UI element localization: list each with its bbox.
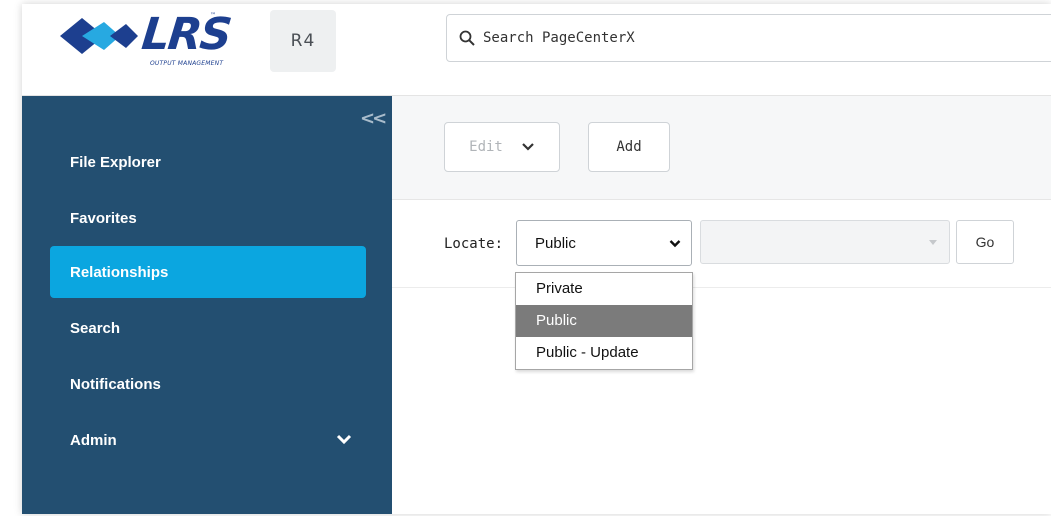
logo-subtitle: OUTPUT MANAGEMENT	[150, 60, 224, 67]
option-public-update[interactable]: Public - Update	[516, 337, 692, 369]
toolbar: Edit Add	[392, 96, 1051, 200]
locate-type-select[interactable]: Public	[516, 220, 692, 266]
search-input[interactable]	[483, 30, 1023, 46]
sidebar-item-favorites[interactable]: Favorites	[50, 192, 366, 244]
chevron-down-icon	[522, 143, 534, 151]
sidebar-item-relationships[interactable]: Relationships	[50, 246, 366, 298]
locate-options-list: Private Public Public - Update	[515, 272, 693, 370]
logo-wordmark: LRS	[139, 9, 233, 60]
caret-down-icon	[929, 240, 937, 245]
search-icon	[459, 30, 475, 46]
lrs-logo[interactable]: LRS ™ OUTPUT MANAGEMENT	[60, 9, 233, 68]
chevron-down-icon	[336, 434, 352, 445]
sidebar-item-notifications[interactable]: Notifications	[50, 358, 366, 410]
logo-trademark: ™	[210, 12, 216, 19]
sidebar-item-label: Favorites	[70, 209, 137, 227]
edit-dropdown-button[interactable]: Edit	[444, 122, 560, 172]
top-header: LRS ™ OUTPUT MANAGEMENT R4	[22, 4, 1051, 96]
locate-selected-value: Public	[535, 234, 576, 252]
collapse-sidebar-icon[interactable]: <<	[360, 108, 387, 129]
locate-label: Locate:	[444, 236, 504, 252]
version-badge[interactable]: R4	[270, 10, 336, 72]
add-button[interactable]: Add	[588, 122, 670, 172]
app-window: LRS ™ OUTPUT MANAGEMENT R4 << File Explo…	[22, 4, 1051, 514]
chevron-down-icon	[669, 240, 681, 248]
sidebar-item-label: Relationships	[70, 263, 169, 281]
logo-arrows-icon	[60, 18, 138, 54]
sidebar: << File Explorer Favorites Relationships…	[22, 96, 392, 514]
sidebar-item-label: File Explorer	[70, 153, 161, 171]
locate-row: Locate: Public Go	[392, 200, 1051, 288]
sidebar-item-file-explorer[interactable]: File Explorer	[50, 136, 366, 188]
sidebar-item-search[interactable]: Search	[50, 302, 366, 354]
locate-value-combobox[interactable]	[700, 220, 950, 264]
sidebar-item-label: Admin	[70, 431, 117, 449]
main-content: Edit Add Locate: Public Go Private Publi…	[392, 96, 1051, 514]
go-button[interactable]: Go	[956, 220, 1014, 264]
search-bar[interactable]	[446, 14, 1051, 62]
option-private[interactable]: Private	[516, 273, 692, 305]
sidebar-item-label: Search	[70, 319, 121, 337]
sidebar-item-label: Notifications	[70, 375, 161, 393]
option-public[interactable]: Public	[516, 305, 692, 337]
sidebar-item-admin[interactable]: Admin	[50, 414, 366, 466]
edit-button-label: Edit	[469, 139, 503, 155]
